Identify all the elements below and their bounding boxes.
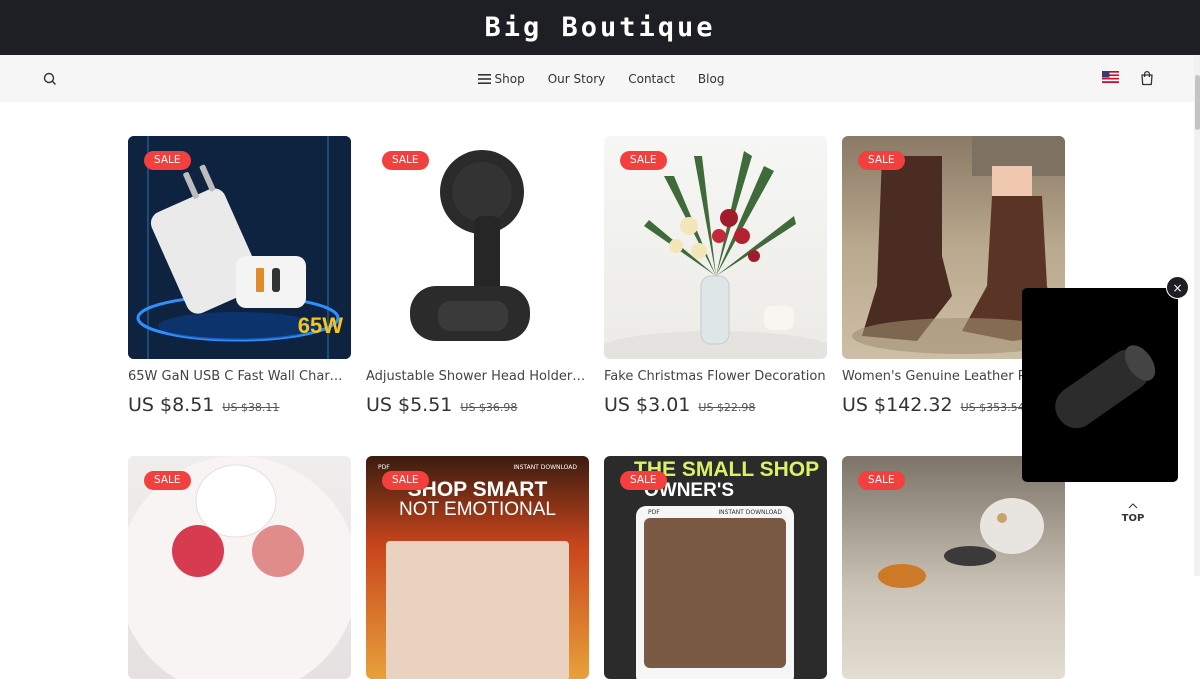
shopping-bag-icon[interactable] — [1139, 70, 1155, 86]
scrollbar[interactable] — [1194, 55, 1200, 576]
nav-our-story[interactable]: Our Story — [548, 72, 606, 86]
back-to-top-label: TOP — [1121, 513, 1145, 524]
back-to-top-button[interactable]: TOP — [1116, 502, 1150, 524]
ebook-download-tag: INSTANT DOWNLOAD — [513, 464, 577, 471]
floating-product-popup[interactable] — [1022, 288, 1178, 482]
ebook-pdf-tag: PDF — [648, 509, 660, 516]
nav-links: Shop Our Story Contact Blog — [0, 55, 1194, 102]
price-row: US $3.01 US $22.98 — [604, 394, 827, 416]
price-row: US $8.51 US $38.11 — [128, 394, 351, 416]
nav-bar: Shop Our Story Contact Blog — [0, 55, 1194, 102]
product-title[interactable]: Fake Christmas Flower Decoration — [604, 369, 826, 384]
product-card[interactable]: SALE — [842, 456, 1065, 679]
us-flag-icon[interactable] — [1102, 71, 1119, 83]
ebook-subheadline: NOT EMOTIONAL — [399, 499, 556, 520]
product-image[interactable]: PDF INSTANT DOWNLOAD SHOP SMART NOT EMOT… — [366, 456, 589, 679]
ebook-inner-card: PDF INSTANT DOWNLOAD — [636, 506, 794, 679]
product-card[interactable]: SALE Fake Christmas Flower Decoration US… — [604, 136, 827, 456]
product-title[interactable]: 65W GaN USB C Fast Wall Charger for iPho… — [128, 369, 350, 384]
ebook-subheadline: OWNER'S — [644, 480, 735, 501]
scrollbar-thumb[interactable] — [1195, 75, 1200, 130]
speaker-illustration — [1055, 345, 1156, 429]
sale-badge: SALE — [858, 471, 905, 490]
sale-price: US $142.32 — [842, 394, 953, 416]
sale-badge: SALE — [382, 151, 429, 170]
original-price: US $22.98 — [698, 401, 756, 414]
product-image[interactable]: SALE — [842, 456, 1065, 679]
original-price: US $36.98 — [460, 401, 518, 414]
product-image[interactable]: SALE 65W — [128, 136, 351, 359]
original-price: US $353.54 — [960, 401, 1025, 414]
ebook-pdf-tag: PDF — [378, 464, 390, 471]
nav-shop-label: Shop — [494, 71, 525, 86]
sale-badge: SALE — [620, 471, 667, 490]
nav-blog[interactable]: Blog — [698, 72, 725, 86]
price-row: US $5.51 US $36.98 — [366, 394, 589, 416]
sale-price: US $5.51 — [366, 394, 453, 416]
chevron-up-icon — [1128, 503, 1138, 509]
brand-logo[interactable]: Big Boutique — [484, 12, 715, 43]
ebook-download-tag: INSTANT DOWNLOAD — [718, 509, 782, 516]
product-title[interactable]: Adjustable Shower Head Holder Suction Cu… — [366, 369, 588, 384]
sale-badge: SALE — [620, 151, 667, 170]
menu-icon — [477, 73, 491, 84]
product-image[interactable]: SALE — [128, 456, 351, 679]
nav-contact[interactable]: Contact — [628, 72, 675, 86]
sale-badge: SALE — [382, 471, 429, 490]
product-image[interactable]: SALE — [604, 136, 827, 359]
product-card[interactable]: SALE 65W 65W GaN USB C Fast Wall Charger… — [128, 136, 351, 456]
sale-badge: SALE — [144, 151, 191, 170]
nav-shop[interactable]: Shop — [477, 71, 525, 86]
product-card[interactable]: SALE — [128, 456, 351, 679]
original-price: US $38.11 — [222, 401, 280, 414]
product-card[interactable]: PDF INSTANT DOWNLOAD SHOP SMART NOT EMOT… — [366, 456, 589, 679]
sale-badge: SALE — [144, 471, 191, 490]
product-card[interactable]: SALE Adjustable Shower Head Holder Sucti… — [366, 136, 589, 456]
ebook-photo — [644, 518, 786, 668]
sale-price: US $8.51 — [128, 394, 215, 416]
product-card[interactable]: THE SMALL SHOP OWNER'S PDF INSTANT DOWNL… — [604, 456, 827, 679]
ebook-photo — [386, 541, 569, 679]
product-grid: SALE 65W 65W GaN USB C Fast Wall Charger… — [128, 136, 1068, 679]
sale-badge: SALE — [858, 151, 905, 170]
sale-price: US $3.01 — [604, 394, 691, 416]
product-image[interactable]: THE SMALL SHOP OWNER'S PDF INSTANT DOWNL… — [604, 456, 827, 679]
site-header: Big Boutique — [0, 0, 1200, 55]
wattage-overlay: 65W — [297, 313, 343, 338]
popup-close-button[interactable]: × — [1166, 276, 1189, 299]
product-image[interactable]: SALE — [366, 136, 589, 359]
